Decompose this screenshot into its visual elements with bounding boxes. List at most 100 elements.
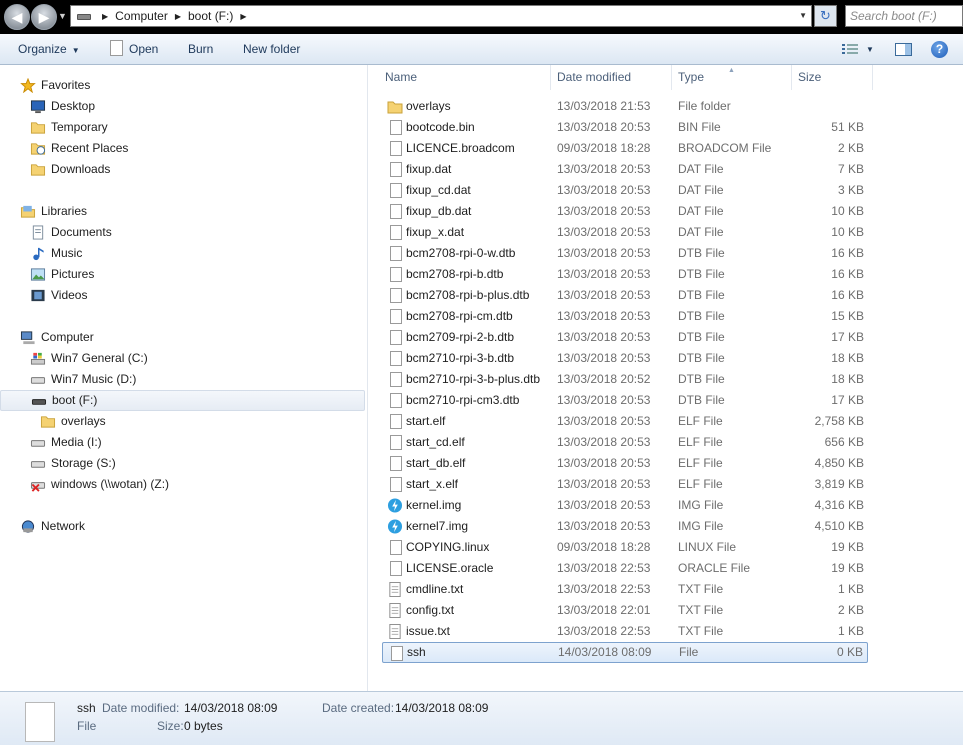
file-row[interactable]: cmdline.txt 13/03/2018 22:53 TXT File 1 KB: [382, 579, 868, 600]
column-header-date[interactable]: Date modified: [552, 65, 672, 90]
file-row[interactable]: start.elf 13/03/2018 20:53 ELF File 2,758 K…: [382, 411, 868, 432]
file-row[interactable]: bcm2709-rpi-2-b.dtb 13/03/2018 20:53 DTB F…: [382, 327, 868, 348]
file-row[interactable]: bcm2708-rpi-cm.dtb 13/03/2018 20:53 DTB Fi…: [382, 306, 868, 327]
file-row[interactable]: kernel7.img 13/03/2018 20:53 IMG File 4,510…: [382, 516, 868, 537]
file-type: ELF File: [678, 435, 723, 449]
refresh-button[interactable]: ↻: [814, 5, 837, 27]
refresh-icon: ↻: [820, 8, 831, 23]
file-size: 4,510 KB: [814, 519, 864, 533]
disk-image-icon: [387, 519, 403, 534]
file-icon: [390, 225, 402, 240]
file-row[interactable]: bcm2708-rpi-b.dtb 13/03/2018 20:53 DTB Fil…: [382, 264, 868, 285]
column-header-name[interactable]: Name: [380, 65, 551, 90]
file-row[interactable]: bcm2710-rpi-3-b-plus.dtb 13/03/2018 20:52…: [382, 369, 868, 390]
file-row[interactable]: fixup_db.dat 13/03/2018 20:53 DAT File 10 K…: [382, 201, 868, 222]
file-date-modified: 13/03/2018 22:01: [557, 603, 651, 617]
file-icon: [390, 540, 402, 555]
search-input[interactable]: [850, 7, 950, 25]
file-row[interactable]: config.txt 13/03/2018 22:01 TXT File 2 KB: [382, 600, 868, 621]
file-date-modified: 13/03/2018 20:53: [557, 519, 651, 533]
file-icon: [390, 267, 402, 282]
file-size: 2 KB: [837, 141, 864, 155]
file-row[interactable]: issue.txt 13/03/2018 22:53 TXT File 1 KB: [382, 621, 868, 642]
file-type: LINUX File: [678, 540, 737, 554]
file-icon: [390, 456, 402, 471]
file-type: ELF File: [678, 414, 723, 428]
desktop-icon: [30, 100, 46, 114]
file-row[interactable]: start_cd.elf 13/03/2018 20:53 ELF File 656 …: [382, 432, 868, 453]
file-name: bcm2708-rpi-0-w.dtb: [406, 246, 516, 260]
new-folder-button[interactable]: New folder: [243, 42, 300, 56]
file-type: DAT File: [678, 225, 724, 239]
breadcrumb-computer[interactable]: Computer: [115, 9, 168, 23]
preview-pane-icon[interactable]: [895, 43, 912, 56]
command-bar: Organize ▼ Open Burn New folder ▼ ?: [0, 34, 963, 65]
file-row[interactable]: start_db.elf 13/03/2018 20:53 ELF File 4,85…: [382, 453, 868, 474]
address-input[interactable]: ▶ Computer ▶ boot (F:) ▶ ▼: [70, 5, 812, 27]
help-icon[interactable]: ?: [931, 41, 948, 58]
file-name: LICENCE.broadcom: [406, 141, 515, 155]
nav-drive-d-label: Win7 Music (D:): [51, 372, 137, 386]
file-row[interactable]: fixup_x.dat 13/03/2018 20:53 DAT File 10 KB: [382, 222, 868, 243]
address-dropdown-icon[interactable]: ▼: [799, 11, 807, 20]
file-type: DTB File: [678, 309, 725, 323]
file-date-modified: 13/03/2018 20:53: [557, 330, 651, 344]
back-button[interactable]: ◀: [4, 4, 30, 30]
column-header-size[interactable]: Size: [793, 65, 873, 90]
file-thumbnail-icon: [25, 702, 55, 742]
file-size: 3,819 KB: [814, 477, 864, 491]
file-row[interactable]: bcm2708-rpi-b-plus.dtb 13/03/2018 20:53 DT…: [382, 285, 868, 306]
view-options-dropdown-icon[interactable]: ▼: [866, 45, 874, 54]
file-size: 15 KB: [831, 309, 864, 323]
open-button[interactable]: Open: [129, 42, 158, 56]
nav-drive-f[interactable]: boot (F:): [0, 390, 365, 411]
file-row[interactable]: start_x.elf 13/03/2018 20:53 ELF File 3,819…: [382, 474, 868, 495]
organize-button[interactable]: Organize ▼: [18, 42, 80, 56]
file-row[interactable]: COPYING.linux 09/03/2018 18:28 LINUX File 1…: [382, 537, 868, 558]
file-size: 656 KB: [824, 435, 864, 449]
file-type: DTB File: [678, 267, 725, 281]
file-row[interactable]: LICENSE.oracle 13/03/2018 22:53 ORACLE Fil…: [382, 558, 868, 579]
sort-ascending-icon: ▲: [728, 67, 735, 74]
burn-button[interactable]: Burn: [188, 42, 213, 56]
file-row[interactable]: fixup_cd.dat 13/03/2018 20:53 DAT File 3 KB: [382, 180, 868, 201]
file-row[interactable]: bcm2708-rpi-0-w.dtb 13/03/2018 20:53 DTB F…: [382, 243, 868, 264]
nav-videos-label: Videos: [51, 288, 88, 302]
breadcrumb-arrow-icon[interactable]: ▶: [175, 12, 181, 21]
open-file-icon: [110, 40, 123, 56]
breadcrumb-arrow-icon[interactable]: ▶: [102, 12, 108, 21]
windows-drive-icon: [30, 352, 46, 365]
nav-drive-s-label: Storage (S:): [51, 456, 116, 470]
file-row[interactable]: LICENCE.broadcom 09/03/2018 18:28 BROADCOM…: [382, 138, 868, 159]
file-row[interactable]: kernel.img 13/03/2018 20:53 IMG File 4,316 …: [382, 495, 868, 516]
file-date-modified: 13/03/2018 20:53: [557, 183, 651, 197]
drive-icon: [77, 14, 91, 20]
chevron-down-icon: ▼: [71, 46, 80, 55]
details-created-label: Date created:: [322, 701, 395, 715]
text-file-icon: [389, 603, 401, 618]
file-icon: [390, 372, 402, 387]
file-size: 19 KB: [831, 540, 864, 554]
file-size: 7 KB: [837, 162, 864, 176]
details-pane: ssh File Date modified: 14/03/2018 08:09…: [0, 691, 963, 745]
recent-pages-dropdown[interactable]: ▼: [58, 11, 67, 21]
details-file-type: File: [77, 719, 97, 733]
folder-icon: [30, 122, 46, 134]
file-date-modified: 13/03/2018 20:53: [557, 204, 651, 218]
file-row[interactable]: overlays 13/03/2018 21:53 File folder: [382, 96, 868, 117]
forward-button[interactable]: ▶: [31, 4, 57, 30]
file-row[interactable]: ssh 14/03/2018 08:09 File 0 KB: [382, 642, 868, 663]
file-name: start.elf: [406, 414, 446, 428]
file-row[interactable]: bootcode.bin 13/03/2018 20:53 BIN File 51 K…: [382, 117, 868, 138]
file-row[interactable]: fixup.dat 13/03/2018 20:53 DAT File 7 KB: [382, 159, 868, 180]
file-name: bcm2709-rpi-2-b.dtb: [406, 330, 515, 344]
file-icon: [390, 183, 402, 198]
file-row[interactable]: bcm2710-rpi-3-b.dtb 13/03/2018 20:53 DTB F…: [382, 348, 868, 369]
disconnected-network-drive-icon: [30, 482, 46, 492]
view-details-icon[interactable]: [842, 43, 858, 56]
breadcrumb-arrow-icon[interactable]: ▶: [240, 12, 246, 21]
file-type: IMG File: [678, 519, 724, 533]
file-row[interactable]: bcm2710-rpi-cm3.dtb 13/03/2018 20:53 DTB F…: [382, 390, 868, 411]
file-date-modified: 13/03/2018 22:53: [557, 582, 651, 596]
breadcrumb-boot[interactable]: boot (F:): [188, 9, 233, 23]
